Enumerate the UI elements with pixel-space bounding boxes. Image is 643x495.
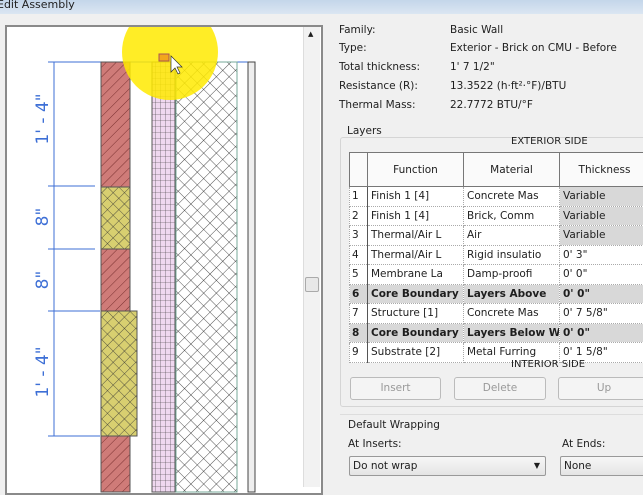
cell-thickness[interactable]: Variable [560,226,643,246]
at-inserts-label: At Inserts: [348,438,402,450]
cell-thickness[interactable]: 0' 0" [560,323,643,343]
delete-button[interactable]: Delete [454,377,546,400]
row-number[interactable]: 8 [350,323,368,343]
concrete-block [101,311,137,436]
at-ends-value: None [564,460,591,472]
table-row[interactable]: 5Membrane LaDamp-proofi0' 0" [350,265,643,285]
row-number[interactable]: 1 [350,187,368,207]
cell-thickness[interactable]: Variable [560,206,643,226]
title-bar: Edit Assembly [0,0,643,14]
cell-material[interactable]: Rigid insulatio [464,245,560,265]
cmu-layer [176,62,237,492]
cell-function[interactable]: Finish 1 [4] [368,187,464,207]
preview-scrollbar[interactable]: ▲ [303,27,320,487]
cell-thickness[interactable]: 0' 0" [560,265,643,285]
cell-material[interactable]: Concrete Mas [464,304,560,324]
table-row[interactable]: 8Core BoundaryLayers Below W0' 0" [350,323,643,343]
cell-thickness[interactable]: 0' 3" [560,245,643,265]
cell-function[interactable]: Thermal/Air L [368,245,464,265]
default-wrapping-label: Default Wrapping [348,419,440,431]
dimension-label: 8" [33,240,53,320]
cell-material[interactable]: Layers Above [464,284,560,304]
cell-thickness[interactable]: 0' 0" [560,284,643,304]
table-row[interactable]: 7Structure [1]Concrete Mas0' 7 5/8" [350,304,643,324]
table-row[interactable]: 3Thermal/Air LAirVariable [350,226,643,246]
row-number[interactable]: 3 [350,226,368,246]
insert-button[interactable]: Insert [350,377,441,400]
chevron-down-icon: ▼ [534,457,540,475]
type-label: Type: [339,42,367,54]
table-header: FunctionMaterialThickness [350,153,643,187]
furring-layer [248,62,255,492]
thickness-label: Total thickness: [339,61,420,73]
at-inserts-value: Do not wrap [353,460,417,472]
cell-function[interactable]: Membrane La [368,265,464,285]
row-number[interactable]: 9 [350,343,368,363]
dimension-label: 1' - 4" [33,79,53,159]
insulation-layer [152,62,175,492]
resistance-label: Resistance (R): [339,80,418,92]
cell-material[interactable]: Damp-proofi [464,265,560,285]
thermal-mass-value: 22.7772 BTU/°F [450,99,533,111]
layers-group-label: Layers [345,125,384,137]
row-number[interactable]: 4 [350,245,368,265]
col-thickness: Thickness [560,153,643,187]
cell-function[interactable]: Core Boundary [368,323,464,343]
table-row[interactable]: 6Core BoundaryLayers Above0' 0" [350,284,643,304]
cell-thickness[interactable]: 0' 7 5/8" [560,304,643,324]
thermal-mass-label: Thermal Mass: [339,99,416,111]
cell-material[interactable]: Brick, Comm [464,206,560,226]
layers-table[interactable]: FunctionMaterialThickness 1Finish 1 [4]C… [349,152,643,363]
wall-preview[interactable]: 1' - 4" 8" 8" 1' - 4" [5,25,323,495]
concrete-block [101,187,130,249]
row-number[interactable]: 7 [350,304,368,324]
table-row[interactable]: 4Thermal/Air LRigid insulatio0' 3" [350,245,643,265]
cell-function[interactable]: Structure [1] [368,304,464,324]
exterior-side-label: EXTERIOR SIDE [511,136,588,147]
at-ends-select[interactable]: None [560,456,643,476]
family-value: Basic Wall [450,24,503,36]
row-number[interactable]: 5 [350,265,368,285]
cell-material[interactable]: Layers Below W [464,323,560,343]
dimension-label: 1' - 4" [33,332,53,412]
window-title: Edit Assembly [0,0,75,11]
cell-function[interactable]: Finish 1 [4] [368,206,464,226]
wall-section-drawing [7,27,323,495]
at-inserts-select[interactable]: Do not wrap ▼ [349,456,546,476]
cell-material[interactable]: Air [464,226,560,246]
cell-thickness[interactable]: Variable [560,187,643,207]
row-number[interactable]: 2 [350,206,368,226]
type-value: Exterior - Brick on CMU - Before [450,42,617,54]
at-ends-label: At Ends: [562,438,605,450]
row-number[interactable]: 6 [350,284,368,304]
interior-side-label: INTERIOR SIDE [511,359,585,370]
cell-function[interactable]: Thermal/Air L [368,226,464,246]
scroll-up-icon[interactable]: ▲ [308,30,313,38]
family-label: Family: [339,24,376,36]
scrollbar-thumb[interactable] [305,277,319,292]
cell-function[interactable]: Substrate [2] [368,343,464,363]
table-row[interactable]: 9Substrate [2]Metal Furring0' 1 5/8" [350,343,643,363]
up-button[interactable]: Up [558,377,643,400]
table-row[interactable]: 1Finish 1 [4]Concrete MasVariable [350,187,643,207]
col-function: Function [368,153,464,187]
table-row[interactable]: 2Finish 1 [4]Brick, CommVariable [350,206,643,226]
resistance-value: 13.3522 (h·ft²·°F)/BTU [450,80,566,92]
cell-material[interactable]: Concrete Mas [464,187,560,207]
col-material: Material [464,153,560,187]
cell-function[interactable]: Core Boundary [368,284,464,304]
thickness-value: 1' 7 1/2" [450,61,495,73]
